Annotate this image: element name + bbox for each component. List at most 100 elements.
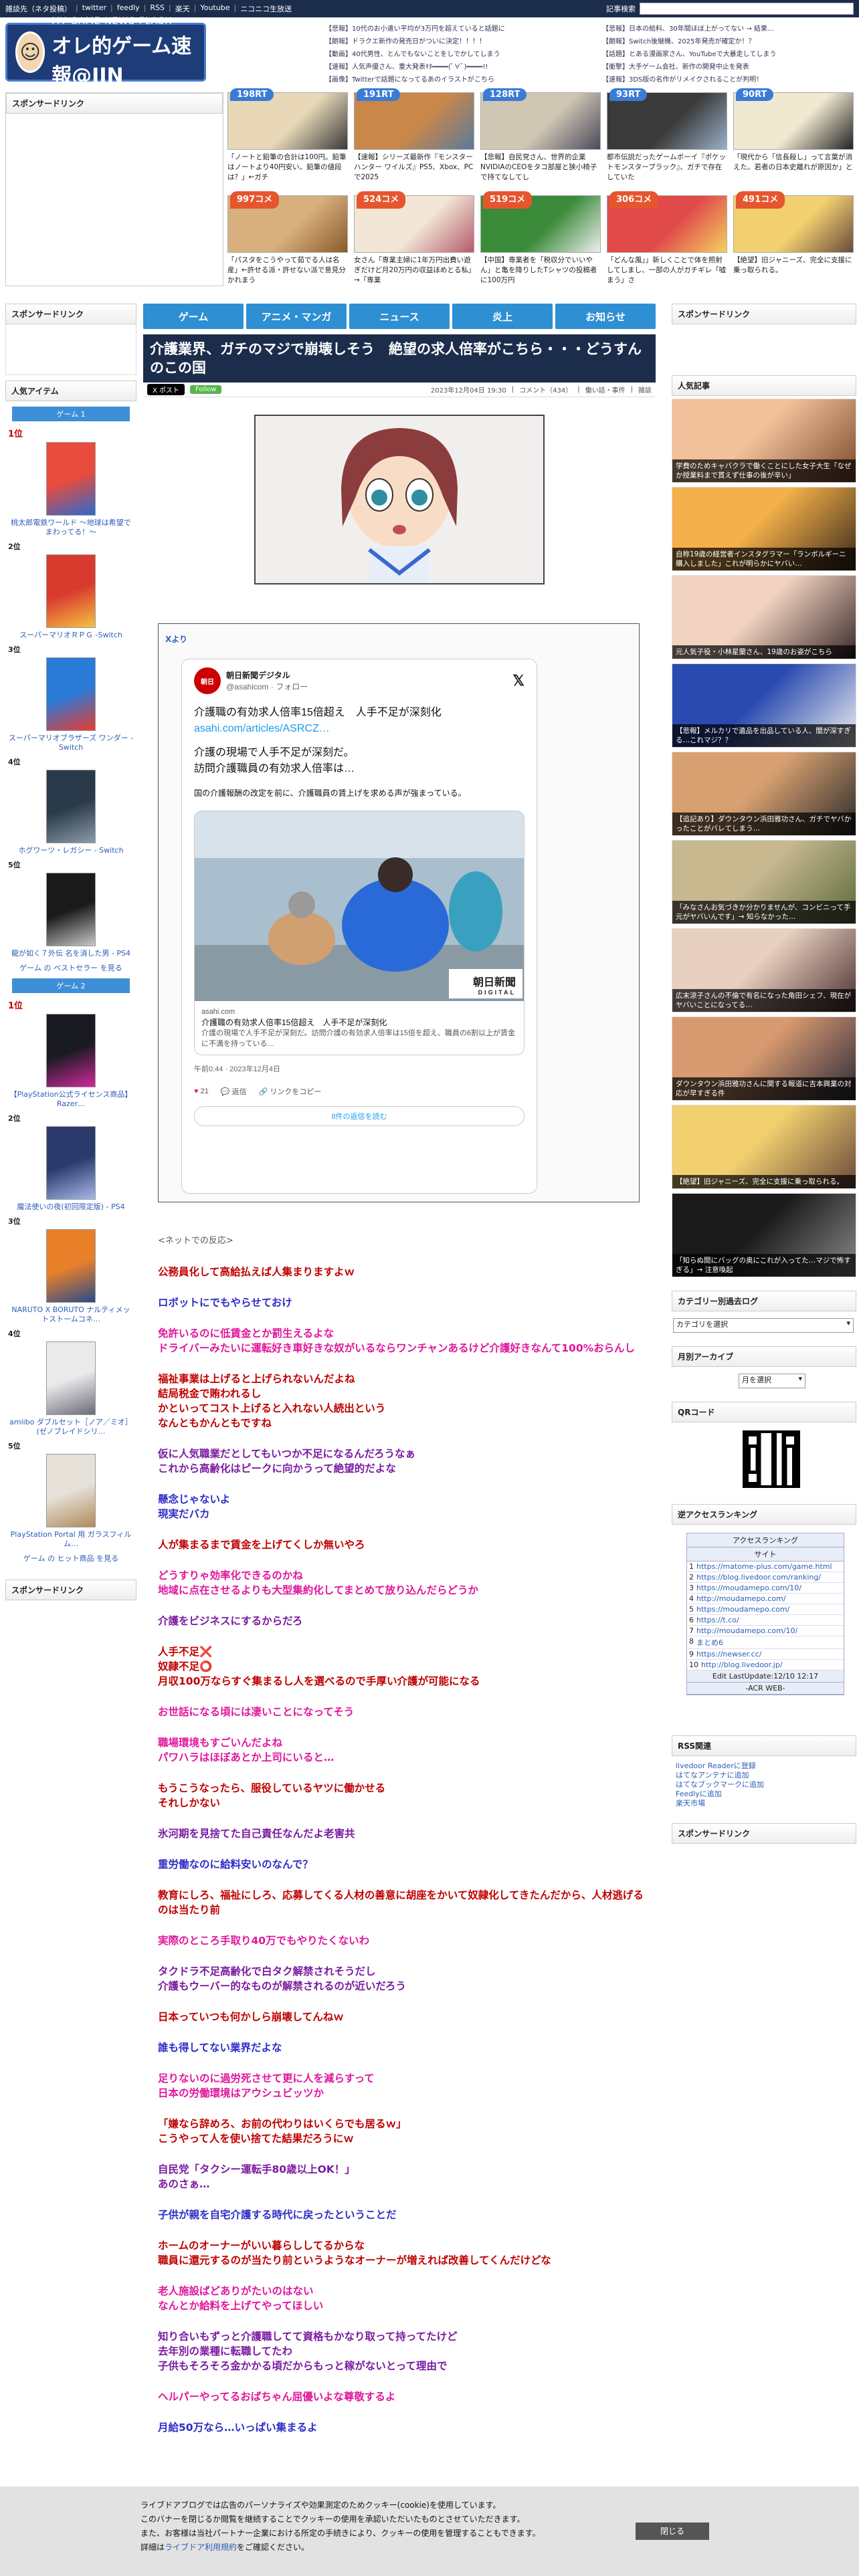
ranking-item[interactable]: 1位 桃太郎電鉄ワールド ～地球は希望でまわってる！～	[5, 427, 136, 537]
ranking-thumb[interactable]: 191RT 【速報】シリーズ最新作『モンスターハンター ワイルズ』PS5、Xbox…	[354, 88, 474, 186]
access-ranking-row[interactable]: 3 https://moudamepo.com/10/	[687, 1583, 844, 1594]
popular-article[interactable]: 【絶望】旧ジャニーズ、完全に支援に乗っ取られる。	[672, 1105, 856, 1189]
popular-article[interactable]: 学費のためキャバクラで働くことにした女子大生「なぜか授業料まで貰えず仕事の後が辛…	[672, 399, 856, 483]
category-link[interactable]: 働い話・事件	[585, 385, 626, 395]
access-ranking-row[interactable]: 4 http://moudamepo.com/	[687, 1594, 844, 1604]
popular-article[interactable]: 【追記あり】ダウンタウン浜田雅功さん、ガチでヤバかったことがバレてしまう…	[672, 752, 856, 836]
popular-article[interactable]: 「知らぬ間にバッグの奥にこれが入ってた…マジで怖すぎる」→ 注意喚起	[672, 1193, 856, 1277]
access-rank-url[interactable]: https://t.co/	[696, 1616, 739, 1624]
ranking-thumb[interactable]: 93RT 都市伝説だったゲームボーイ『ポケットモンスタープラック』、ガチで存在して…	[607, 88, 727, 186]
ranking-thumb[interactable]: 519コメ 【中国】専業者を「税収分でいいやん」と亀を降りしたTシャツの投稿者に1…	[480, 191, 601, 289]
tweet-time[interactable]: 午前0:44 · 2023年12月4日	[194, 1063, 524, 1074]
month-select[interactable]: 月を選択 ▾	[739, 1374, 805, 1388]
ranking-item[interactable]: 5位 PlayStation Portal 用 ガラスフィルム…	[5, 1440, 136, 1549]
header-link[interactable]: 【悲報】日本の給料、30年間ほぼ上がってない → 結果…	[602, 23, 850, 35]
article-title[interactable]: 介護業界、ガチのマジで崩壊しそう 絶望の求人倍率がこちら・・・どうすんのこの国	[143, 334, 656, 383]
rss-link[interactable]: livedoor Readerに登録	[676, 1761, 852, 1771]
header-link[interactable]: 【速報】人気声優さん、重大発表ｷﾀ━━━━(ﾟ∀ﾟ)━━━━!!	[325, 61, 586, 74]
popular-article[interactable]: 【悲報】メルカリで遺品を出品している人、闇が深すぎる…これマジ？？	[672, 663, 856, 748]
category-select[interactable]: カテゴリを選択 ▾	[673, 1318, 854, 1333]
hit-products-link[interactable]: ゲーム の ヒット商品 を見る	[5, 1553, 136, 1564]
ranking-item[interactable]: 2位 魔法使いの夜(初回限定版) - PS4	[5, 1113, 136, 1212]
header-link[interactable]: 【朗報】ドラクエ新作の発売日がついに決定！！！！	[325, 35, 586, 48]
popular-article[interactable]: 元人気子役・小林星蘭さん、19歳のお姿がこちら	[672, 575, 856, 659]
terms-link[interactable]: ライブドア利用規約	[165, 2543, 237, 2552]
ranking-thumb[interactable]: 997コメ 「パスタをこうやって茹でる人は名産」←許せる派・許せない派で意見分かれ…	[227, 191, 348, 289]
comment-count-link[interactable]: コメント（434）	[519, 385, 572, 395]
ranking-item[interactable]: 4位 amiibo ダブルセット［ノア／ミオ］(ゼノブレイドシリ…	[5, 1328, 136, 1436]
ranking-item[interactable]: 4位 ホグワーツ・レガシー - Switch	[5, 756, 136, 855]
access-rank-url[interactable]: http://moudamepo.com/10/	[696, 1626, 797, 1635]
ranking-thumb[interactable]: 491コメ 【絶望】旧ジャニーズ、完全に支援に乗っ取られる。	[733, 191, 854, 289]
access-ranking-row[interactable]: 8 まとめ6	[687, 1636, 844, 1649]
access-rank-url[interactable]: http://moudamepo.com/	[696, 1594, 786, 1603]
header-link[interactable]: 【衝撃】大手ゲーム会社、新作の開発中止を発表	[602, 61, 850, 74]
header-link[interactable]: 【朗報】Switch後継機、2025年発売が確定か！？	[602, 35, 850, 48]
x-post-button[interactable]: X ポスト	[147, 384, 185, 395]
bestseller-link[interactable]: ゲーム の ベストセラー を見る	[5, 962, 136, 973]
tweet-user-name[interactable]: 朝日新聞デジタル	[226, 669, 308, 681]
cookie-close-button[interactable]: 閉じる	[636, 2523, 709, 2540]
access-rank-url[interactable]: https://blog.livedoor.com/ranking/	[696, 1573, 821, 1582]
nav-item[interactable]: お知らせ	[555, 304, 656, 329]
header-link[interactable]: 【速報】3DS版の名作がリメイクされることが判明！	[602, 74, 850, 86]
access-ranking-row[interactable]: 10 http://blog.livedoor.jp/	[687, 1660, 844, 1671]
header-link[interactable]: 【動画】40代男性、とんでもないことをしでかしてしまう	[325, 48, 586, 61]
ranking-item[interactable]: 3位 NARUTO X BORUTO ナルティメットストームコネ…	[5, 1216, 136, 1324]
nav-item[interactable]: ゲーム	[143, 304, 244, 329]
access-ranking-row[interactable]: 7 http://moudamepo.com/10/	[687, 1626, 844, 1636]
ranking-item[interactable]: 1位 【PlayStation公式ライセンス商品】Razer…	[5, 998, 136, 1109]
access-ranking-row[interactable]: 9 https://newser.cc/	[687, 1649, 844, 1660]
ranking-thumb[interactable]: 198RT 「ノートと鉛筆の合計は100円。鉛筆はノートより40円安い。鉛筆の値段…	[227, 88, 348, 186]
access-rank-url[interactable]: https://matome-plus.com/game.html	[696, 1562, 832, 1571]
ranking-item[interactable]: 3位 スーパーマリオブラザーズ ワンダー -Switch	[5, 644, 136, 752]
ranking-thumb[interactable]: 306コメ 「どんな風」」新しくことで体を照射してしまし、一部の人がガチギレ「嘘ま…	[607, 191, 727, 289]
top-link[interactable]: 楽天	[175, 3, 190, 14]
top-link[interactable]: Youtube	[200, 3, 229, 14]
ranking-item[interactable]: 5位 龍が如く７外伝 名を消した男 - PS4	[5, 859, 136, 958]
access-ranking-row[interactable]: 6 https://t.co/	[687, 1615, 844, 1626]
top-link[interactable]: RSS	[150, 3, 165, 14]
access-rank-url[interactable]: まとめ6	[696, 1637, 723, 1648]
access-ranking-credit[interactable]: -ACR WEB-	[687, 1683, 844, 1695]
header-link[interactable]: 【画像】Twitterで話題になってるあのイラストがこちら	[325, 74, 586, 86]
x-logo-icon[interactable]: 𝕏	[512, 672, 524, 689]
read-replies-button[interactable]: 8件の返信を読む	[194, 1106, 524, 1126]
access-rank-url[interactable]: https://newser.cc/	[696, 1650, 761, 1658]
header-link[interactable]: 【話題】とある漫画家さん、YouTubeで大暴走してしまう	[602, 48, 850, 61]
popular-article[interactable]: 「みなさんお気づきか分かりませんが、コンビニって手元がヤバいんです」→ 知らなか…	[672, 840, 856, 924]
popular-article[interactable]: ダウンタウン浜田雅功さんに関する報道に吉本興業の対応が早すぎる件	[672, 1016, 856, 1101]
nav-item[interactable]: 炎上	[452, 304, 553, 329]
site-logo[interactable]: ☺ MY GAME NEWS FLASH オレ的ゲーム速報@JIN	[5, 16, 206, 88]
reply-button[interactable]: 💬 返信	[221, 1086, 247, 1097]
access-ranking-row[interactable]: 5 https://moudamepo.com/	[687, 1604, 844, 1615]
top-link[interactable]: feedly	[117, 3, 140, 14]
rss-link[interactable]: はてなアンテナに追加	[676, 1771, 852, 1780]
top-link[interactable]: 雑談先（ネタ投稿）	[5, 3, 72, 14]
access-rank-url[interactable]: https://moudamepo.com/10/	[696, 1584, 801, 1592]
follow-button[interactable]: Follow	[190, 385, 222, 394]
ranking-thumb[interactable]: 90RT 「現代から「信長殺し」って言葉が消えた。若者の日本史離れが原因か」と	[733, 88, 854, 186]
nav-item[interactable]: アニメ・マンガ	[246, 304, 347, 329]
embedded-tweet[interactable]: 朝日 朝日新聞デジタル @asahicom · フォロー 𝕏 介護職の有効求人倍…	[181, 659, 537, 1194]
popular-article[interactable]: 自称19歳の経営者インスタグラマー「ランボルギーニ購入しました」これが明らかにヤ…	[672, 487, 856, 571]
popular-article[interactable]: 広末涼子さんの不倫で有名になった角田シェフ、現在がヤバいことになってる…	[672, 928, 856, 1012]
rss-link[interactable]: 楽天市場	[676, 1799, 852, 1808]
tab-game-2[interactable]: ゲーム 2	[12, 978, 130, 993]
rss-link[interactable]: Feedlyに追加	[676, 1790, 852, 1799]
access-ranking-footer[interactable]: Edit LastUpdate:12/10 12:17	[687, 1671, 844, 1683]
header-link[interactable]: 【悲報】10代のお小遣い平均が3万円を超えていると話題に	[325, 23, 586, 35]
tweet-link[interactable]: asahi.com/articles/ASRCZ…	[194, 721, 524, 737]
misc-category-link[interactable]: 雑談	[638, 385, 652, 395]
nav-item[interactable]: ニュース	[349, 304, 450, 329]
access-rank-url[interactable]: http://blog.livedoor.jp/	[701, 1660, 783, 1669]
tweet-link-card[interactable]: 朝日新聞 DIGITAL asahi.com 介護職の有効求人倍率15倍超え 人…	[194, 811, 524, 1055]
search-input[interactable]	[640, 3, 854, 15]
access-rank-url[interactable]: https://moudamepo.com/	[696, 1605, 789, 1614]
access-ranking-row[interactable]: 2 https://blog.livedoor.com/ranking/	[687, 1572, 844, 1583]
access-ranking-row[interactable]: 1 https://matome-plus.com/game.html	[687, 1562, 844, 1572]
rss-link[interactable]: はてなブックマークに追加	[676, 1780, 852, 1790]
top-link[interactable]: ニコニコ生放送	[240, 3, 292, 14]
ranking-thumb[interactable]: 524コメ 女さん「専業主婦に1年万円出費い遊ぎだけど月20万円の収益ほめとる私」…	[354, 191, 474, 289]
tweet-avatar[interactable]: 朝日	[194, 667, 221, 694]
